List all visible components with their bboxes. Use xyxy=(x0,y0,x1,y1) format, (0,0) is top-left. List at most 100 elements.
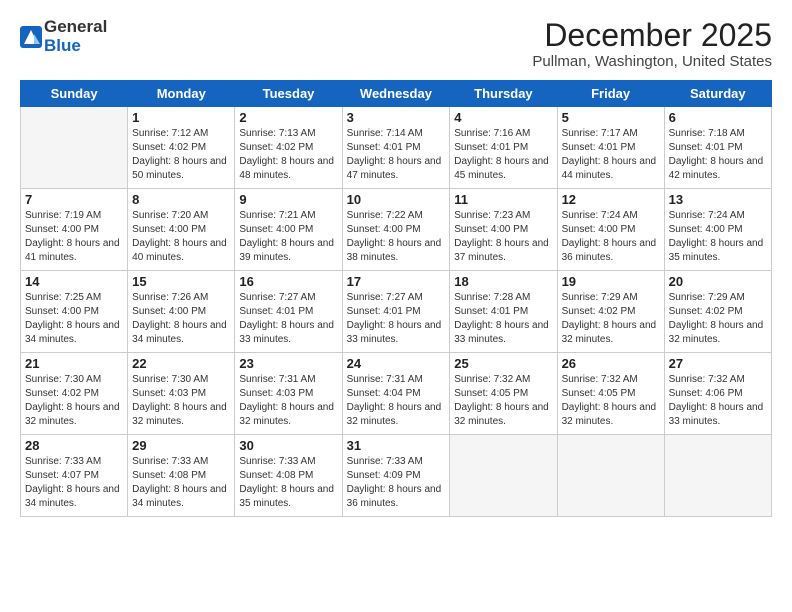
table-row: 6 Sunrise: 7:18 AM Sunset: 4:01 PM Dayli… xyxy=(664,107,771,189)
day-info: Sunrise: 7:18 AM Sunset: 4:01 PM Dayligh… xyxy=(669,127,767,183)
table-row xyxy=(450,435,557,517)
day-info: Sunrise: 7:13 AM Sunset: 4:02 PM Dayligh… xyxy=(239,127,337,183)
day-number: 31 xyxy=(347,438,446,453)
logo-line2: Blue xyxy=(44,37,107,56)
day-number: 6 xyxy=(669,110,767,125)
day-info: Sunrise: 7:23 AM Sunset: 4:00 PM Dayligh… xyxy=(454,209,552,265)
table-row: 24 Sunrise: 7:31 AM Sunset: 4:04 PM Dayl… xyxy=(342,353,450,435)
day-number: 22 xyxy=(132,356,230,371)
day-info: Sunrise: 7:33 AM Sunset: 4:09 PM Dayligh… xyxy=(347,455,446,511)
day-info: Sunrise: 7:19 AM Sunset: 4:00 PM Dayligh… xyxy=(25,209,123,265)
table-row: 26 Sunrise: 7:32 AM Sunset: 4:05 PM Dayl… xyxy=(557,353,664,435)
day-info: Sunrise: 7:20 AM Sunset: 4:00 PM Dayligh… xyxy=(132,209,230,265)
table-row: 11 Sunrise: 7:23 AM Sunset: 4:00 PM Dayl… xyxy=(450,189,557,271)
day-info: Sunrise: 7:30 AM Sunset: 4:02 PM Dayligh… xyxy=(25,373,123,429)
table-row: 1 Sunrise: 7:12 AM Sunset: 4:02 PM Dayli… xyxy=(128,107,235,189)
day-info: Sunrise: 7:31 AM Sunset: 4:04 PM Dayligh… xyxy=(347,373,446,429)
table-row xyxy=(557,435,664,517)
day-info: Sunrise: 7:29 AM Sunset: 4:02 PM Dayligh… xyxy=(669,291,767,347)
calendar-week-row: 14 Sunrise: 7:25 AM Sunset: 4:00 PM Dayl… xyxy=(21,271,772,353)
day-info: Sunrise: 7:14 AM Sunset: 4:01 PM Dayligh… xyxy=(347,127,446,183)
calendar-subtitle: Pullman, Washington, United States xyxy=(532,53,772,70)
day-number: 5 xyxy=(562,110,660,125)
day-info: Sunrise: 7:33 AM Sunset: 4:07 PM Dayligh… xyxy=(25,455,123,511)
day-info: Sunrise: 7:33 AM Sunset: 4:08 PM Dayligh… xyxy=(132,455,230,511)
day-info: Sunrise: 7:24 AM Sunset: 4:00 PM Dayligh… xyxy=(562,209,660,265)
title-block: December 2025 Pullman, Washington, Unite… xyxy=(532,18,772,70)
day-number: 18 xyxy=(454,274,552,289)
day-number: 21 xyxy=(25,356,123,371)
day-info: Sunrise: 7:26 AM Sunset: 4:00 PM Dayligh… xyxy=(132,291,230,347)
day-number: 12 xyxy=(562,192,660,207)
calendar-week-row: 1 Sunrise: 7:12 AM Sunset: 4:02 PM Dayli… xyxy=(21,107,772,189)
header-monday: Monday xyxy=(128,81,235,107)
table-row: 18 Sunrise: 7:28 AM Sunset: 4:01 PM Dayl… xyxy=(450,271,557,353)
table-row: 9 Sunrise: 7:21 AM Sunset: 4:00 PM Dayli… xyxy=(235,189,342,271)
day-info: Sunrise: 7:17 AM Sunset: 4:01 PM Dayligh… xyxy=(562,127,660,183)
day-number: 10 xyxy=(347,192,446,207)
table-row: 20 Sunrise: 7:29 AM Sunset: 4:02 PM Dayl… xyxy=(664,271,771,353)
table-row: 29 Sunrise: 7:33 AM Sunset: 4:08 PM Dayl… xyxy=(128,435,235,517)
day-info: Sunrise: 7:32 AM Sunset: 4:05 PM Dayligh… xyxy=(562,373,660,429)
calendar-title: December 2025 xyxy=(532,18,772,53)
table-row: 31 Sunrise: 7:33 AM Sunset: 4:09 PM Dayl… xyxy=(342,435,450,517)
logo-line1: General xyxy=(44,18,107,37)
day-number: 2 xyxy=(239,110,337,125)
day-number: 16 xyxy=(239,274,337,289)
day-number: 15 xyxy=(132,274,230,289)
day-number: 14 xyxy=(25,274,123,289)
day-number: 8 xyxy=(132,192,230,207)
day-number: 27 xyxy=(669,356,767,371)
header-wednesday: Wednesday xyxy=(342,81,450,107)
header-tuesday: Tuesday xyxy=(235,81,342,107)
day-info: Sunrise: 7:33 AM Sunset: 4:08 PM Dayligh… xyxy=(239,455,337,511)
day-number: 13 xyxy=(669,192,767,207)
table-row: 22 Sunrise: 7:30 AM Sunset: 4:03 PM Dayl… xyxy=(128,353,235,435)
header-sunday: Sunday xyxy=(21,81,128,107)
day-info: Sunrise: 7:21 AM Sunset: 4:00 PM Dayligh… xyxy=(239,209,337,265)
table-row: 27 Sunrise: 7:32 AM Sunset: 4:06 PM Dayl… xyxy=(664,353,771,435)
day-number: 29 xyxy=(132,438,230,453)
table-row: 17 Sunrise: 7:27 AM Sunset: 4:01 PM Dayl… xyxy=(342,271,450,353)
day-number: 3 xyxy=(347,110,446,125)
day-info: Sunrise: 7:30 AM Sunset: 4:03 PM Dayligh… xyxy=(132,373,230,429)
day-info: Sunrise: 7:28 AM Sunset: 4:01 PM Dayligh… xyxy=(454,291,552,347)
day-number: 20 xyxy=(669,274,767,289)
table-row: 15 Sunrise: 7:26 AM Sunset: 4:00 PM Dayl… xyxy=(128,271,235,353)
header-friday: Friday xyxy=(557,81,664,107)
table-row: 25 Sunrise: 7:32 AM Sunset: 4:05 PM Dayl… xyxy=(450,353,557,435)
day-number: 4 xyxy=(454,110,552,125)
calendar-week-row: 7 Sunrise: 7:19 AM Sunset: 4:00 PM Dayli… xyxy=(21,189,772,271)
table-row: 28 Sunrise: 7:33 AM Sunset: 4:07 PM Dayl… xyxy=(21,435,128,517)
calendar-week-row: 28 Sunrise: 7:33 AM Sunset: 4:07 PM Dayl… xyxy=(21,435,772,517)
table-row: 13 Sunrise: 7:24 AM Sunset: 4:00 PM Dayl… xyxy=(664,189,771,271)
day-info: Sunrise: 7:25 AM Sunset: 4:00 PM Dayligh… xyxy=(25,291,123,347)
day-number: 30 xyxy=(239,438,337,453)
day-number: 7 xyxy=(25,192,123,207)
day-number: 11 xyxy=(454,192,552,207)
header: General Blue December 2025 Pullman, Wash… xyxy=(20,18,772,70)
day-number: 9 xyxy=(239,192,337,207)
day-info: Sunrise: 7:27 AM Sunset: 4:01 PM Dayligh… xyxy=(239,291,337,347)
calendar-table: Sunday Monday Tuesday Wednesday Thursday… xyxy=(20,80,772,517)
table-row: 19 Sunrise: 7:29 AM Sunset: 4:02 PM Dayl… xyxy=(557,271,664,353)
day-number: 17 xyxy=(347,274,446,289)
table-row: 4 Sunrise: 7:16 AM Sunset: 4:01 PM Dayli… xyxy=(450,107,557,189)
day-info: Sunrise: 7:16 AM Sunset: 4:01 PM Dayligh… xyxy=(454,127,552,183)
day-number: 1 xyxy=(132,110,230,125)
header-saturday: Saturday xyxy=(664,81,771,107)
day-info: Sunrise: 7:29 AM Sunset: 4:02 PM Dayligh… xyxy=(562,291,660,347)
day-number: 26 xyxy=(562,356,660,371)
calendar-header-row: Sunday Monday Tuesday Wednesday Thursday… xyxy=(21,81,772,107)
table-row: 10 Sunrise: 7:22 AM Sunset: 4:00 PM Dayl… xyxy=(342,189,450,271)
table-row: 2 Sunrise: 7:13 AM Sunset: 4:02 PM Dayli… xyxy=(235,107,342,189)
day-number: 23 xyxy=(239,356,337,371)
day-info: Sunrise: 7:32 AM Sunset: 4:06 PM Dayligh… xyxy=(669,373,767,429)
logo: General Blue xyxy=(20,18,107,55)
table-row: 12 Sunrise: 7:24 AM Sunset: 4:00 PM Dayl… xyxy=(557,189,664,271)
table-row xyxy=(664,435,771,517)
logo-icon xyxy=(20,26,42,48)
table-row: 5 Sunrise: 7:17 AM Sunset: 4:01 PM Dayli… xyxy=(557,107,664,189)
day-info: Sunrise: 7:12 AM Sunset: 4:02 PM Dayligh… xyxy=(132,127,230,183)
table-row xyxy=(21,107,128,189)
